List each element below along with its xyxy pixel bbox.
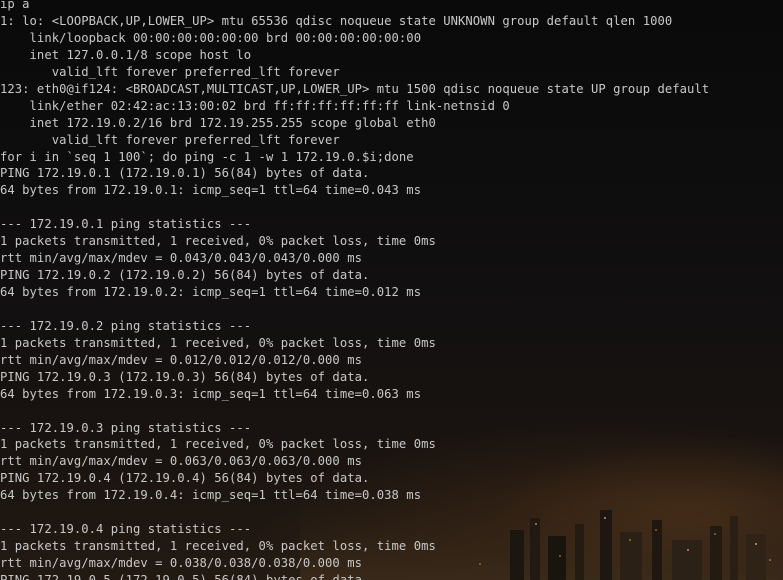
terminal-line: rtt min/avg/max/mdev = 0.043/0.043/0.043… xyxy=(0,251,362,266)
terminal-line: valid_lft forever preferred_lft forever xyxy=(0,64,340,79)
terminal-line: rtt min/avg/max/mdev = 0.038/0.038/0.038… xyxy=(0,556,362,570)
terminal-line: link/loopback 00:00:00:00:00:00 brd 00:0… xyxy=(0,30,422,45)
terminal-line: rtt min/avg/max/mdev = 0.063/0.063/0.063… xyxy=(0,454,362,469)
terminal-line: 1 packets transmitted, 1 received, 0% pa… xyxy=(0,234,436,249)
terminal-line: --- 172.19.0.1 ping statistics --- xyxy=(0,217,252,232)
terminal-line: 64 bytes from 172.19.0.3: icmp_seq=1 ttl… xyxy=(0,386,422,401)
terminal-line: valid_lft forever preferred_lft forever xyxy=(0,132,340,147)
terminal-line: 64 bytes from 172.19.0.4: icmp_seq=1 ttl… xyxy=(0,488,422,503)
terminal-window[interactable]: ip a 1: lo: <LOOPBACK,UP,LOWER_UP> mtu 6… xyxy=(0,0,783,580)
terminal-line: 1 packets transmitted, 1 received, 0% pa… xyxy=(0,437,436,452)
terminal-line: 1 packets transmitted, 1 received, 0% pa… xyxy=(0,539,436,554)
terminal-line: PING 172.19.0.5 (172.19.0.5) 56(84) byte… xyxy=(0,572,370,580)
terminal-line: 64 bytes from 172.19.0.1: icmp_seq=1 ttl… xyxy=(0,183,422,198)
terminal-line: for i in `seq 1 100`; do ping -c 1 -w 1 … xyxy=(0,149,414,164)
terminal-line: 1: lo: <LOOPBACK,UP,LOWER_UP> mtu 65536 … xyxy=(0,14,673,28)
terminal-line: link/ether 02:42:ac:13:00:02 brd ff:ff:f… xyxy=(0,98,510,113)
terminal-line: ip a xyxy=(0,0,30,11)
terminal-line: 1 packets transmitted, 1 received, 0% pa… xyxy=(0,335,436,350)
terminal-line: PING 172.19.0.3 (172.19.0.3) 56(84) byte… xyxy=(0,369,370,384)
terminal-line: --- 172.19.0.4 ping statistics --- xyxy=(0,522,252,537)
terminal-line: PING 172.19.0.4 (172.19.0.4) 56(84) byte… xyxy=(0,471,370,486)
terminal-line: inet 172.19.0.2/16 brd 172.19.255.255 sc… xyxy=(0,115,436,130)
terminal-output: 1: lo: <LOOPBACK,UP,LOWER_UP> mtu 65536 … xyxy=(0,13,783,580)
terminal-line: --- 172.19.0.2 ping statistics --- xyxy=(0,318,252,333)
terminal-line: PING 172.19.0.1 (172.19.0.1) 56(84) byte… xyxy=(0,166,370,181)
terminal-line: inet 127.0.0.1/8 scope host lo xyxy=(0,47,252,62)
terminal-line: --- 172.19.0.3 ping statistics --- xyxy=(0,420,252,435)
terminal-line: 64 bytes from 172.19.0.2: icmp_seq=1 ttl… xyxy=(0,285,422,299)
terminal-line: rtt min/avg/max/mdev = 0.012/0.012/0.012… xyxy=(0,352,362,367)
terminal-line: PING 172.19.0.2 (172.19.0.2) 56(84) byte… xyxy=(0,268,370,283)
terminal-line: 123: eth0@if124: <BROADCAST,MULTICAST,UP… xyxy=(0,81,710,96)
